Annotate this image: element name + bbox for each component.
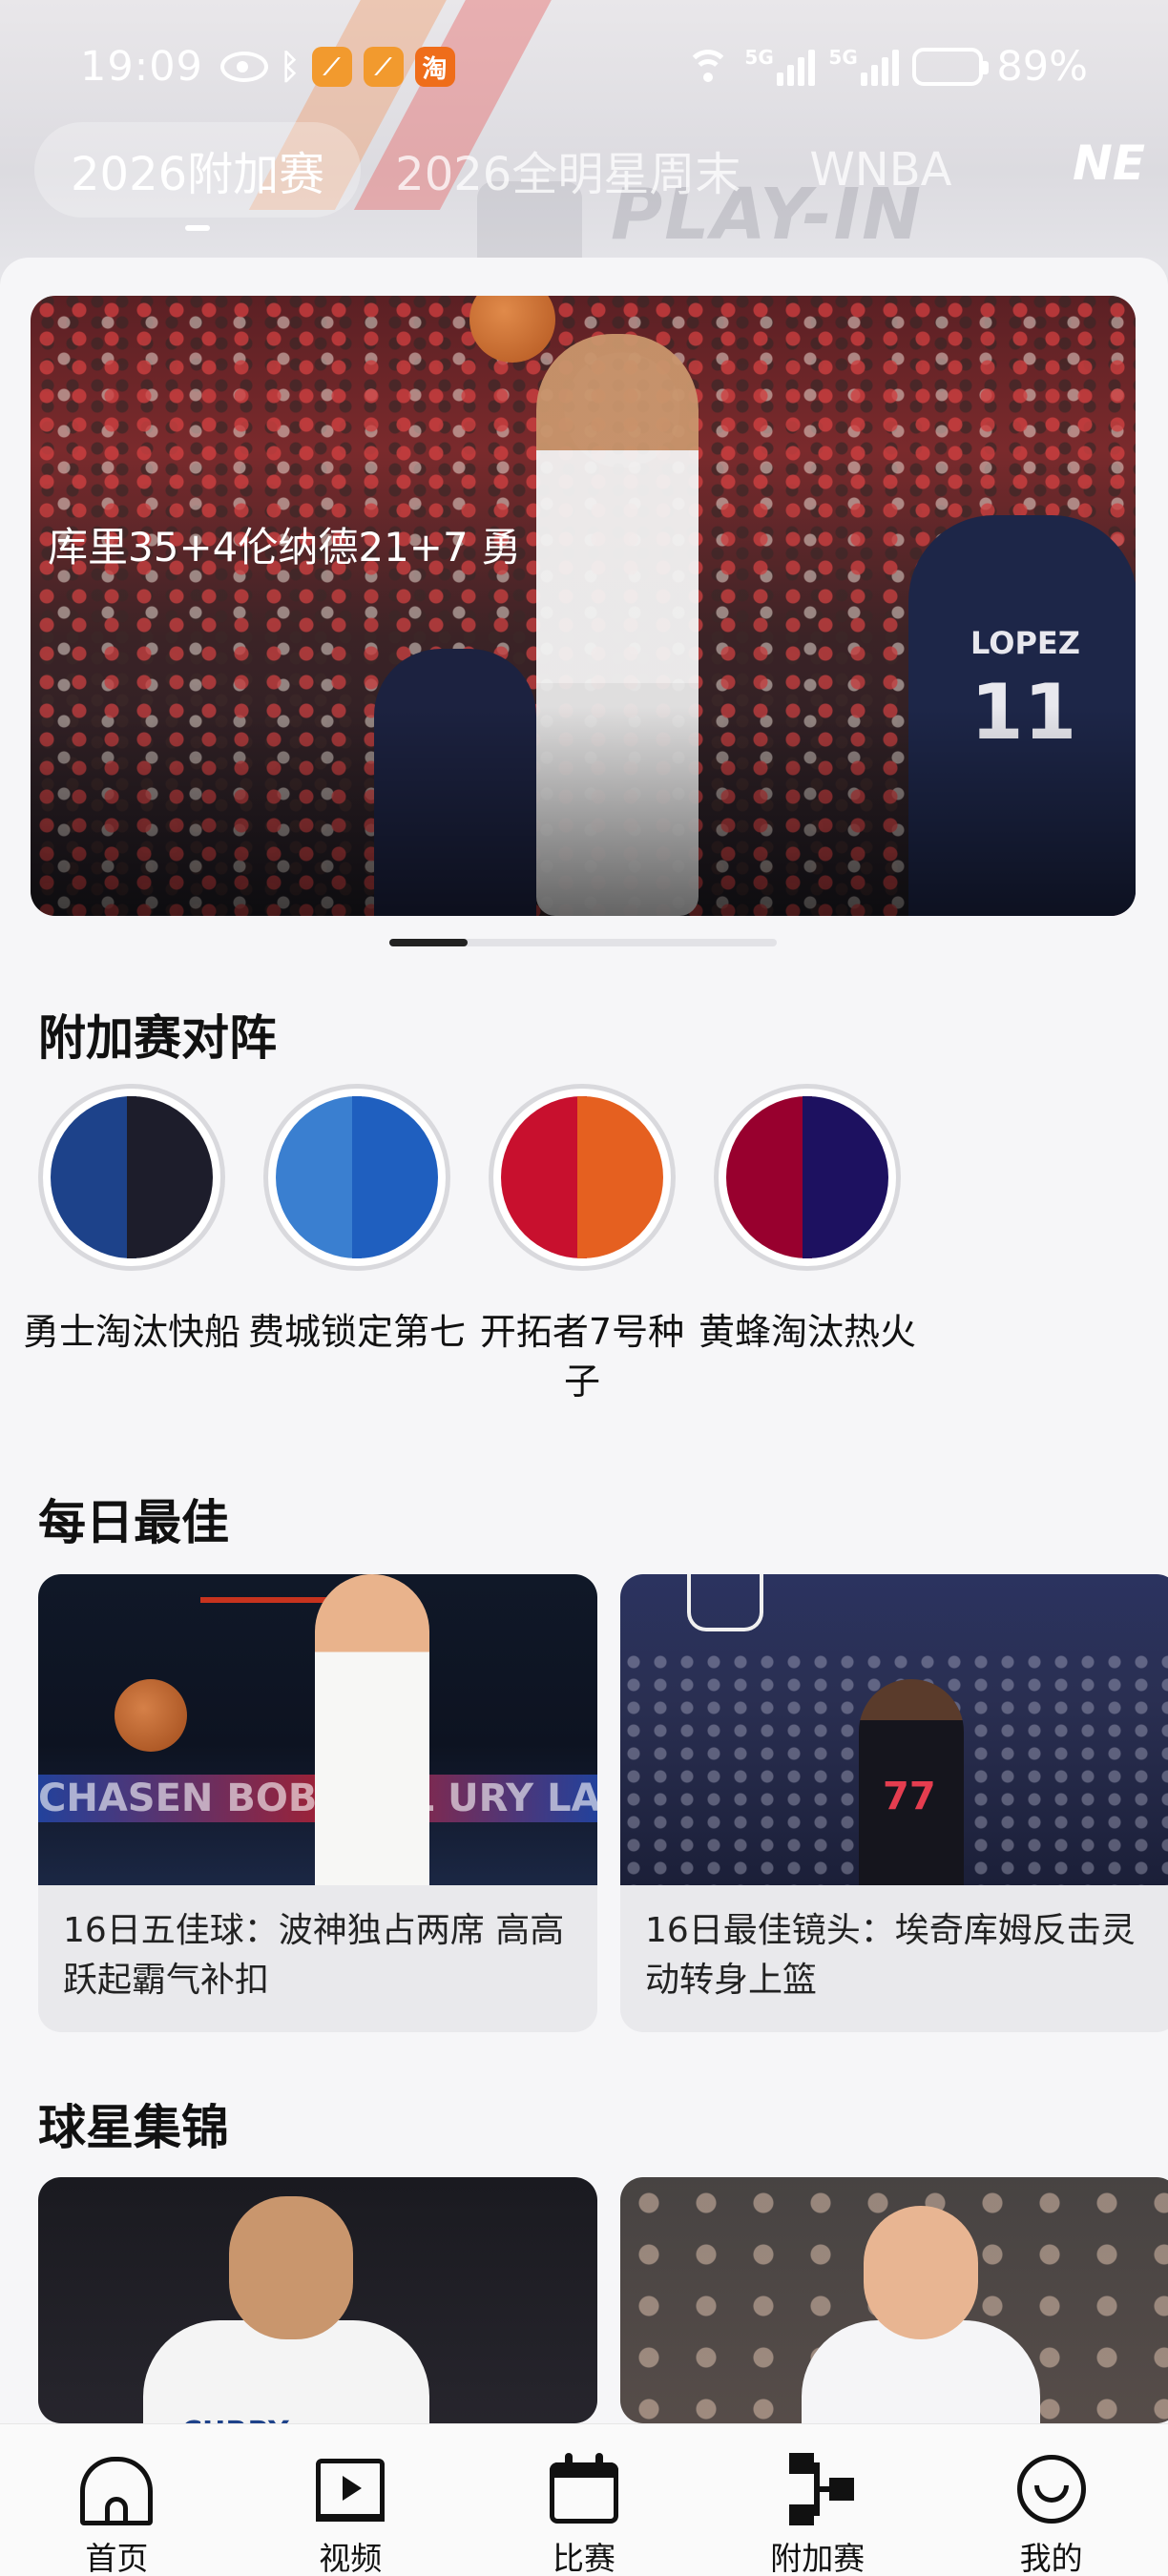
battery-percent: 89%: [996, 43, 1088, 91]
video-icon: [314, 2453, 386, 2525]
matchup-item[interactable]: 开拓者7号种子: [469, 1084, 695, 1427]
player-figure: [315, 1574, 429, 1885]
matchup-list: 勇士淘汰快船 费城锁定第七 开拓者7号种子 黄蜂淘汰热火: [19, 1084, 964, 1427]
card-title: 16日最佳镜头：埃奇库姆反击灵动转身上篮: [645, 1911, 1136, 2000]
profile-icon: [1015, 2453, 1088, 2525]
carousel-indicator: [389, 939, 777, 946]
bracket-icon: [782, 2453, 854, 2525]
section-title-daily-best: 每日最佳: [38, 1495, 229, 1550]
team-logo-half: [501, 1096, 587, 1258]
nav-label: 附加赛: [770, 2540, 866, 2576]
matchup-label: 费城锁定第七: [247, 1311, 466, 1353]
nav-label: 首页: [85, 2540, 149, 2576]
video-thumbnail: [620, 2177, 1168, 2423]
wifi-icon: [685, 48, 731, 86]
nav-home[interactable]: 首页: [21, 2453, 212, 2576]
hoop-image: [200, 1574, 334, 1603]
team-logo-half: [276, 1096, 362, 1258]
nav-play-in[interactable]: 附加赛: [722, 2453, 913, 2576]
network-type-label: 5G: [744, 46, 774, 69]
heat-hornets-logo: [714, 1084, 901, 1271]
orange-app-icon: ⟋: [363, 47, 404, 87]
matchup-item[interactable]: 黄蜂淘汰热火: [695, 1084, 920, 1427]
tab-2026-play-in[interactable]: 2026附加赛: [34, 122, 362, 218]
nav-label: 我的: [1019, 2540, 1083, 2576]
video-thumbnail: 77: [620, 1574, 1168, 1885]
network-type-label: 5G: [828, 46, 858, 69]
card-title: 16日五佳球：波神独占两席 高高跃起霸气补扣: [63, 1911, 565, 2000]
bottom-navigation: 首页 视频 比赛 附加赛 我的: [0, 2423, 1168, 2576]
nav-label: 视频: [319, 2540, 383, 2576]
jersey-name: CURRY: [181, 2416, 289, 2423]
basketball-image: [115, 1679, 187, 1752]
team-logo-half: [127, 1096, 213, 1258]
section-title-star-highlights: 球星集锦: [38, 2100, 229, 2155]
magic-76ers-logo: [263, 1084, 450, 1271]
star-highlight-card[interactable]: [620, 2177, 1168, 2423]
matchup-item[interactable]: 费城锁定第七: [244, 1084, 469, 1427]
daily-best-card[interactable]: CHASEN BOBCOOL URY LAV 16日五佳球：波神独占两席 高高跃…: [38, 1574, 597, 2032]
bluetooth-icon: ᛒ: [279, 47, 301, 87]
team-logo-half: [726, 1096, 812, 1258]
taobao-icon: 淘: [414, 47, 455, 87]
daily-best-card[interactable]: 77 16日最佳镜头：埃奇库姆反击灵动转身上篮: [620, 1574, 1168, 2032]
eye-comfort-icon: [219, 52, 268, 82]
hero-caption[interactable]: 库里35+4伦纳德21+7 勇: [48, 515, 544, 573]
signal-icon: 5G: [744, 46, 816, 86]
hero-banner[interactable]: LOPEZ 11: [31, 296, 1136, 916]
status-time: 19:09: [80, 43, 203, 91]
jersey-name: LOPEZ: [970, 625, 1080, 661]
status-bar: 19:09 ᛒ ⟋ ⟋ 淘 5G 5G 89%: [0, 0, 1168, 134]
tab-wnba[interactable]: WNBA: [775, 122, 986, 218]
nba-logo-text: NE: [1073, 135, 1146, 191]
player-head: [864, 2206, 978, 2339]
nav-games[interactable]: 比赛: [489, 2453, 679, 2576]
signal-icon: 5G: [828, 46, 900, 86]
blazers-suns-logo: [489, 1084, 676, 1271]
matchup-label: 黄蜂淘汰热火: [698, 1311, 916, 1353]
section-title-matchups: 附加赛对阵: [38, 1010, 277, 1066]
matchup-label: 开拓者7号种子: [479, 1311, 685, 1402]
tab-2026-all-star-weekend[interactable]: 2026全明星周末: [361, 122, 775, 218]
warriors-clippers-logo: [38, 1084, 225, 1271]
hoop-image: [687, 1574, 763, 1631]
top-tab-bar: 2026附加赛 2026全明星周末 WNBA: [34, 122, 986, 218]
star-highlight-card[interactable]: CURRY: [38, 2177, 597, 2423]
orange-app-icon: ⟋: [311, 47, 352, 87]
team-logo-half: [51, 1096, 136, 1258]
hero-shade: [31, 706, 1136, 916]
player-head: [229, 2196, 353, 2339]
team-logo-half: [352, 1096, 438, 1258]
home-icon: [80, 2453, 154, 2525]
team-logo-half: [803, 1096, 888, 1258]
video-thumbnail: CURRY: [38, 2177, 597, 2423]
battery-icon: [912, 48, 990, 86]
nav-profile[interactable]: 我的: [956, 2453, 1147, 2576]
jersey-number: 77: [883, 1775, 936, 1818]
matchup-item[interactable]: 勇士淘汰快船: [19, 1084, 244, 1427]
matchup-label: 勇士淘汰快船: [22, 1311, 240, 1353]
carousel-indicator-active: [389, 939, 468, 946]
nba-logo[interactable]: NE: [1067, 134, 1146, 193]
video-thumbnail: CHASEN BOBCOOL URY LAV: [38, 1574, 597, 1885]
nav-label: 比赛: [552, 2540, 615, 2576]
nav-video[interactable]: 视频: [255, 2453, 446, 2576]
team-logo-half: [577, 1096, 663, 1258]
calendar-icon: [548, 2453, 620, 2525]
